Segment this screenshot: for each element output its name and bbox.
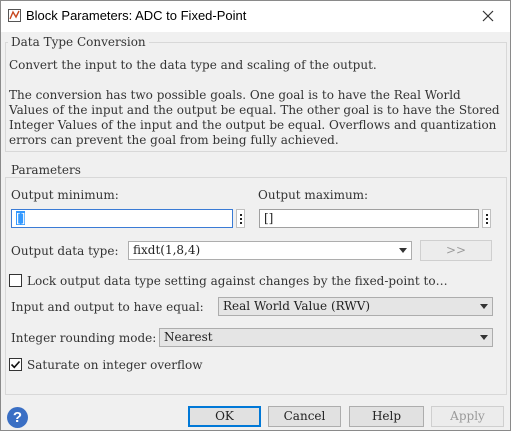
output-type-label: Output data type: (11, 244, 119, 258)
title-bar: Block Parameters: ADC to Fixed-Point (1, 1, 510, 32)
output-type-select[interactable]: fixdt(1,8,4) (128, 241, 412, 260)
rounding-value: Nearest (164, 330, 213, 344)
cancel-button[interactable]: Cancel (268, 406, 341, 427)
rounding-select[interactable]: Nearest (159, 328, 493, 347)
output-type-value: fixdt(1,8,4) (133, 243, 201, 257)
conversion-legend: Data Type Conversion (8, 35, 149, 49)
saturate-label: Saturate on integer overflow (27, 358, 203, 372)
parameters-legend: Parameters (8, 163, 84, 177)
equal-value: Real World Value (RWV) (223, 299, 371, 313)
output-max-input[interactable]: [] (259, 209, 479, 228)
help-icon[interactable]: ? (7, 407, 28, 428)
chevron-down-icon (480, 335, 488, 340)
output-min-value: [] (16, 211, 26, 225)
data-type-assistant-button[interactable]: >> (420, 240, 492, 261)
output-min-options-button[interactable] (236, 209, 245, 228)
conversion-summary: Convert the input to the data type and s… (9, 58, 377, 72)
output-min-label: Output minimum: (11, 188, 119, 202)
block-parameters-dialog: Block Parameters: ADC to Fixed-Point Dat… (0, 0, 511, 431)
equal-label: Input and output to have equal: (11, 300, 204, 314)
close-button[interactable] (466, 1, 510, 32)
conversion-description: Convert the input to the data type and s… (9, 58, 504, 163)
window-title: Block Parameters: ADC to Fixed-Point (26, 8, 247, 23)
data-type-assistant-label: >> (445, 243, 467, 257)
output-max-label: Output maximum: (258, 188, 369, 202)
help-button[interactable]: Help (349, 406, 424, 427)
lock-output-checkbox[interactable] (9, 274, 22, 287)
output-max-options-button[interactable] (482, 209, 491, 228)
saturate-checkbox[interactable] (9, 358, 22, 371)
chevron-down-icon (480, 304, 488, 309)
lock-output-label: Lock output data type setting against ch… (27, 274, 448, 288)
conversion-details: The conversion has two possible goals. O… (9, 88, 500, 147)
ok-button[interactable]: OK (188, 406, 261, 427)
equal-select[interactable]: Real World Value (RWV) (218, 297, 493, 316)
chevron-down-icon (399, 248, 407, 253)
output-min-input[interactable]: [] (11, 209, 233, 228)
apply-button[interactable]: Apply (431, 406, 504, 427)
checkmark-icon (10, 360, 21, 369)
close-icon (482, 10, 494, 22)
rounding-label: Integer rounding mode: (11, 331, 157, 345)
matlab-app-icon (8, 9, 21, 22)
output-max-value: [] (264, 211, 274, 225)
